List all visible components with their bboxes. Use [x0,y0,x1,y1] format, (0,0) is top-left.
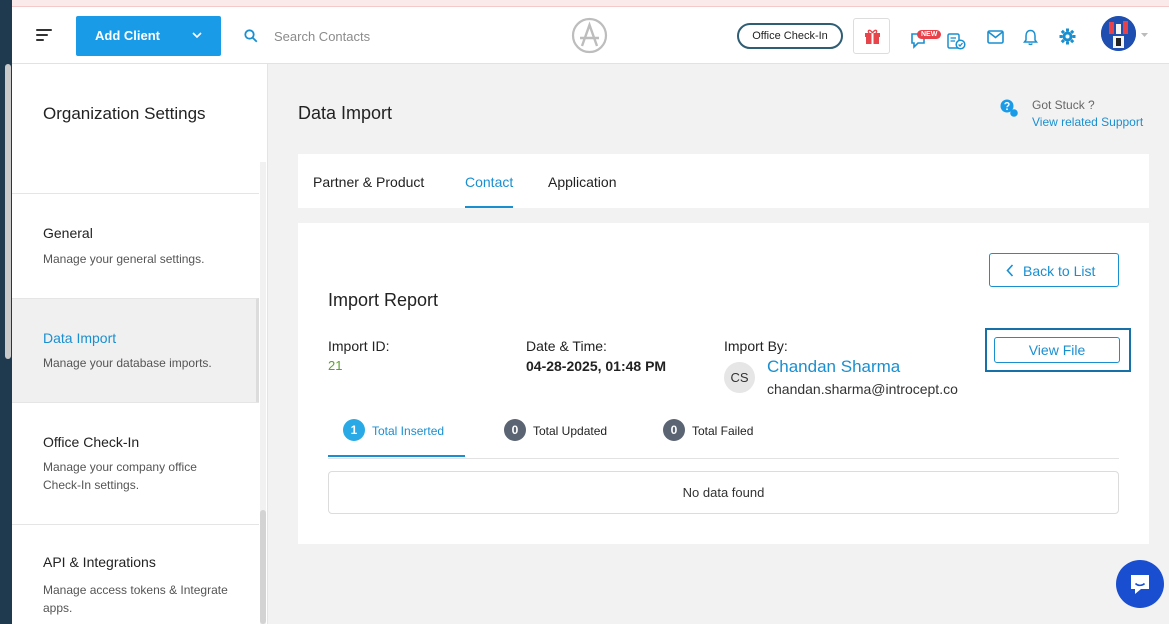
back-to-list-label: Back to List [1023,263,1096,279]
tab-total-updated[interactable]: 0 Total Updated [504,419,634,457]
import-id-label: Import ID: [328,338,390,354]
support-chat-icon [1000,99,1018,117]
gift-button[interactable] [853,18,890,54]
search-input[interactable] [274,25,474,47]
tab-partner-product[interactable]: Partner & Product [313,174,424,208]
chevron-down-icon[interactable] [191,30,203,40]
top-alert-line [0,0,1169,7]
company-logo-icon [571,17,608,54]
menu-icon[interactable] [36,29,52,43]
add-client-label: Add Client [95,28,160,43]
sidebar-item-title: Data Import [43,330,117,346]
sidebar-item-desc: Manage your database imports. [43,356,212,370]
importer-avatar: CS [724,362,755,393]
support-question: Got Stuck ? [1032,98,1095,112]
import-by-label: Import By: [724,338,788,354]
sidebar-item-general[interactable]: General Manage your general settings. [12,193,259,298]
sidebar-item-title: General [43,225,93,241]
gift-icon [865,29,880,44]
avatar-caret-icon[interactable] [1140,32,1149,38]
gear-icon[interactable] [1059,28,1076,45]
stat-label: Total Inserted [372,424,445,438]
stat-label: Total Updated [533,424,608,438]
sidebar-item-desc: Manage access tokens & Integrate apps. [43,583,228,615]
count-badge: 1 [343,419,365,441]
live-chat-button[interactable] [1116,560,1164,608]
chat-icon [1131,575,1149,594]
notification-bell-icon[interactable] [1023,29,1038,46]
tab-total-failed[interactable]: 0 Total Failed [663,419,773,457]
tab-total-inserted[interactable]: 1 Total Inserted [343,419,483,457]
tab-contact[interactable]: Contact [465,174,514,208]
sidebar-item-data-import[interactable]: Data Import Manage your database imports… [12,298,259,402]
count-badge: 0 [504,419,526,441]
task-checklist-icon[interactable] [947,32,966,50]
sidebar-item-desc: Manage your company office Check-In sett… [43,460,197,492]
view-file-focus-ring: View File [985,328,1131,372]
import-id-value: 21 [328,358,343,373]
back-to-list-button[interactable]: Back to List [989,253,1119,287]
importer-name[interactable]: Chandan Sharma [767,357,900,377]
active-stat-underline [328,455,465,457]
top-bar: Add Client Office Check-In NEW [12,7,1169,64]
sidebar-item-title: API & Integrations [43,554,156,570]
sidebar-item-office-checkin[interactable]: Office Check-In Manage your company offi… [12,402,259,524]
import-type-tabs: Partner & Product Contact Application [298,154,1149,208]
user-avatar-image-icon [1101,16,1136,51]
no-data-message: No data found [328,471,1119,514]
page-title: Data Import [298,103,393,123]
importer-email: chandan.sharma@introcept.co [767,381,958,397]
new-badge: NEW [917,30,942,39]
sidebar-scrollbar-thumb[interactable] [260,510,266,624]
view-related-support-link[interactable]: View related Support [1032,115,1143,129]
view-file-button[interactable]: View File [994,337,1120,363]
mail-icon[interactable] [987,30,1004,44]
sidebar-item-title: Office Check-In [43,434,140,450]
import-report-card: Back to List Import Report Import ID: 21… [298,223,1149,544]
sidebar-item-desc: Manage your general settings. [43,252,205,266]
chevron-left-icon [1006,264,1014,277]
add-client-button[interactable]: Add Client [76,16,221,56]
page-scrollbar[interactable] [5,64,11,359]
report-title: Import Report [328,290,439,310]
sidebar-title: Organization Settings [43,104,206,123]
sidebar-item-api-integrations[interactable]: API & Integrations Manage access tokens … [12,524,259,624]
tab-application[interactable]: Application [548,174,617,208]
date-time-value: 04-28-2025, 01:48 PM [526,358,667,374]
stat-label: Total Failed [692,424,754,438]
count-badge: 0 [663,419,685,441]
office-checkin-button[interactable]: Office Check-In [737,23,843,49]
date-time-label: Date & Time: [526,338,607,354]
search-icon[interactable] [244,29,258,43]
settings-sidebar: Organization Settings General Manage you… [12,64,268,624]
stat-divider [328,458,1119,459]
user-avatar[interactable] [1101,16,1136,51]
